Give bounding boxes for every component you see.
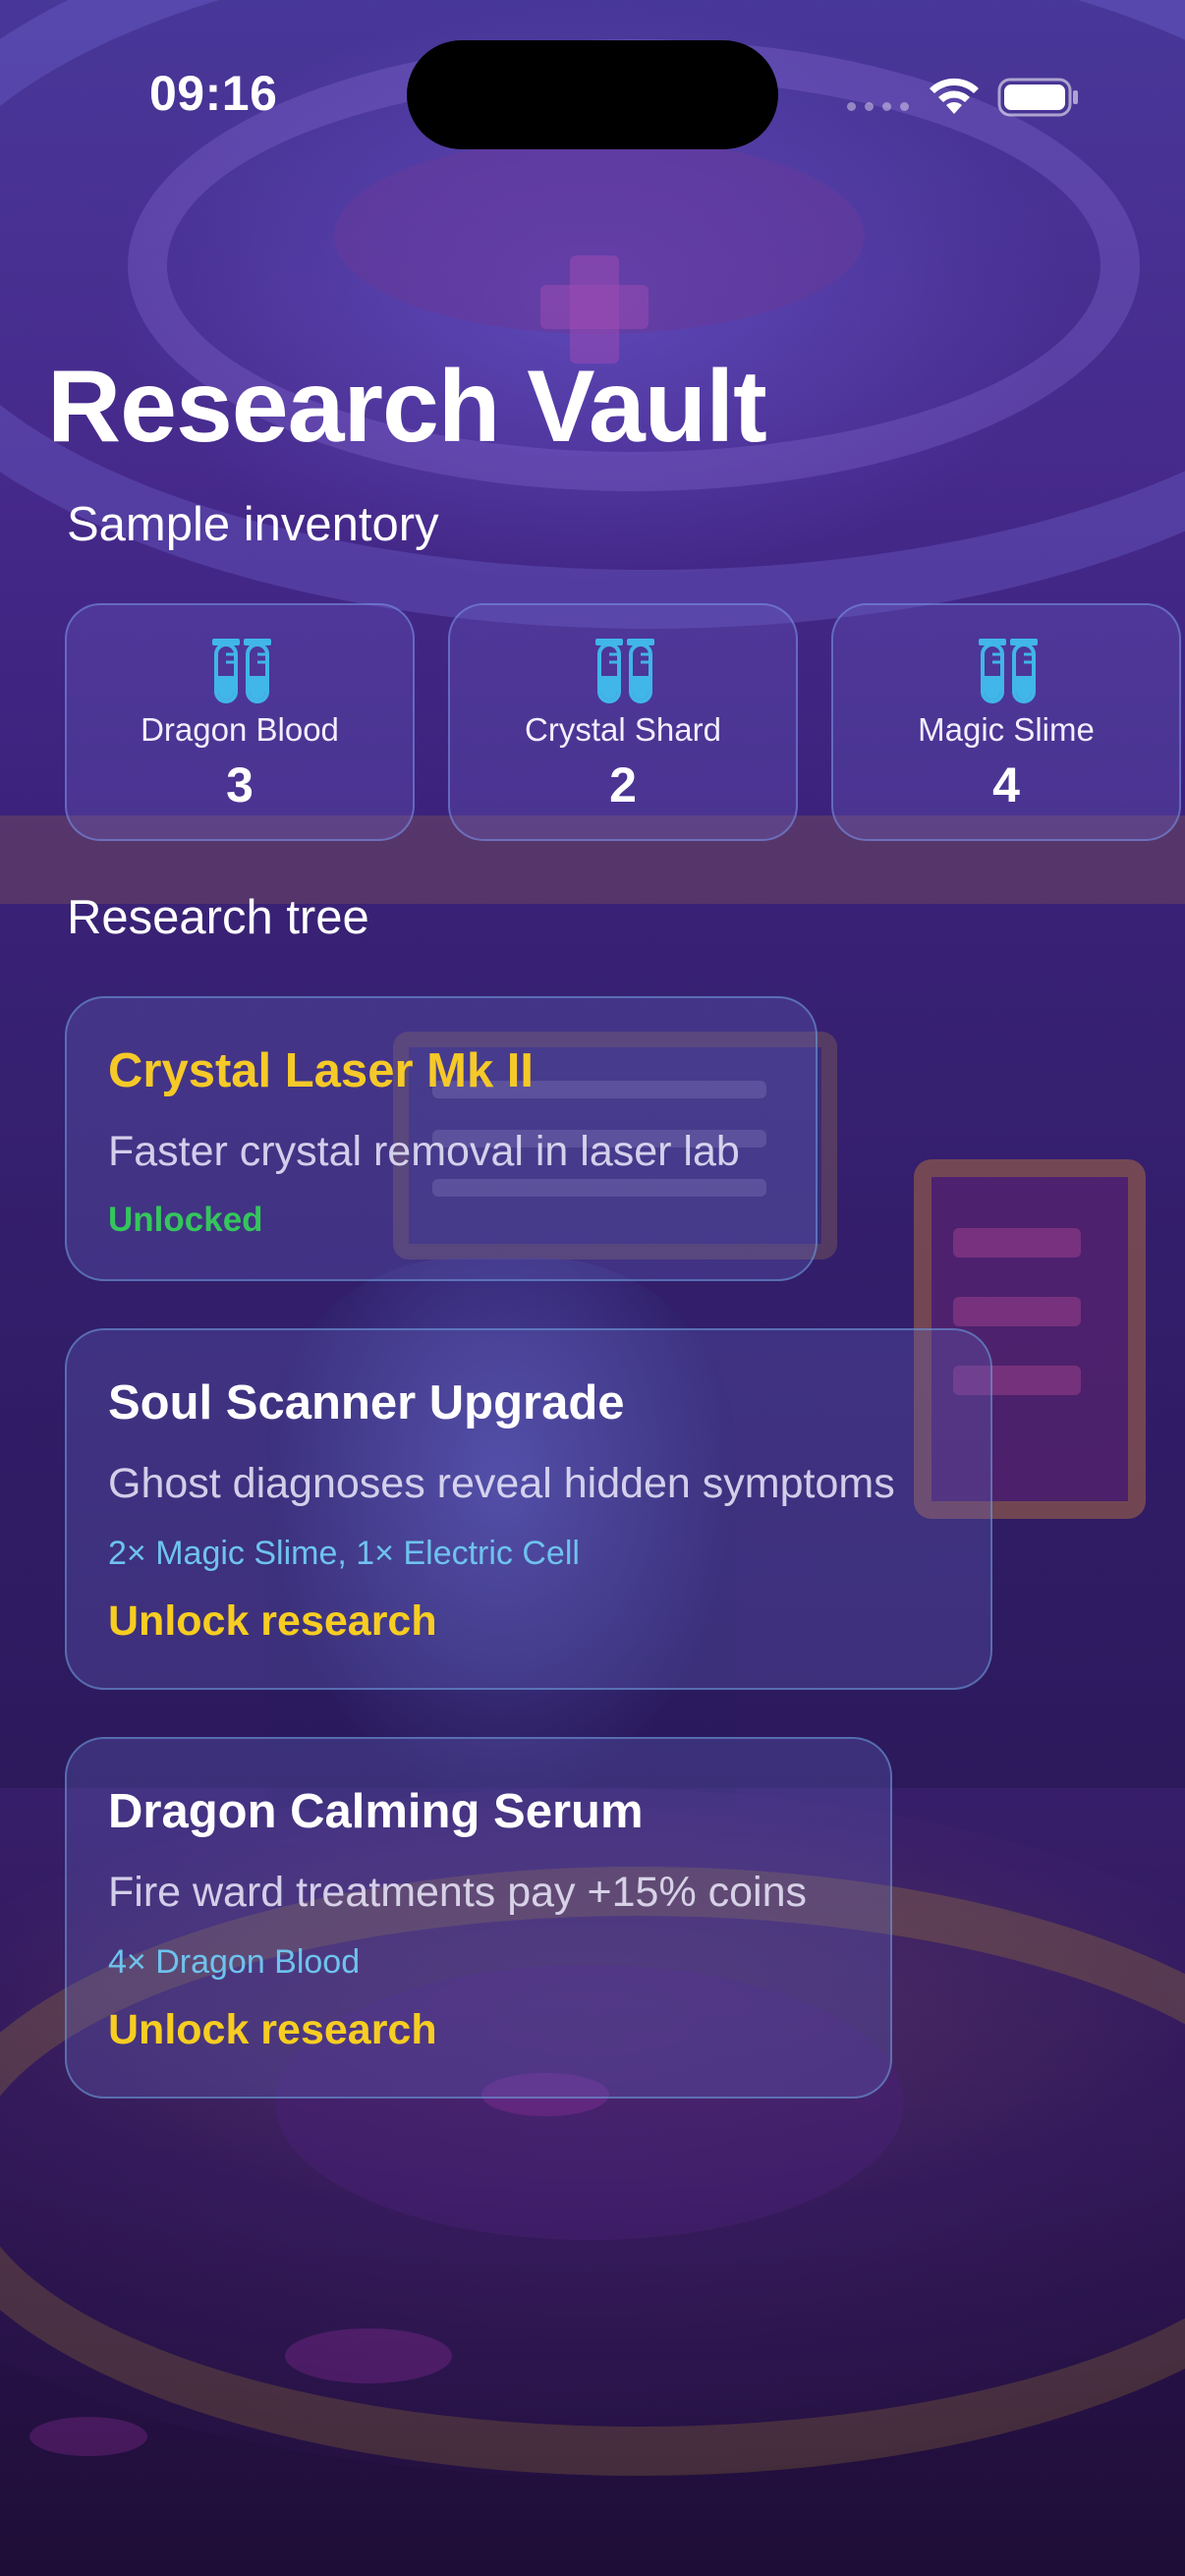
unlock-research-button[interactable]: Unlock research (108, 1597, 437, 1646)
inventory-count: 2 (609, 757, 637, 812)
inventory-name: Dragon Blood (141, 711, 339, 748)
section-label-inventory: Sample inventory (67, 498, 439, 551)
research-card-dragon-serum[interactable]: Dragon Calming Serum Fire ward treatment… (65, 1737, 892, 2099)
inventory-card-magic-slime[interactable]: Magic Slime 4 (831, 603, 1181, 841)
research-description: Ghost diagnoses reveal hidden symptoms (108, 1460, 895, 1507)
test-tubes-icon (212, 639, 271, 703)
research-title: Soul Scanner Upgrade (108, 1376, 625, 1429)
test-tubes-icon (595, 639, 654, 703)
research-title: Crystal Laser Mk II (108, 1044, 535, 1097)
page-title: Research Vault (47, 350, 767, 464)
status-time: 09:16 (149, 66, 278, 121)
inventory-name: Crystal Shard (525, 711, 721, 748)
battery-icon (997, 78, 1078, 117)
research-description: Fire ward treatments pay +15% coins (108, 1869, 808, 1916)
dynamic-island (407, 40, 778, 149)
inventory-card-dragon-blood[interactable]: Dragon Blood 3 (65, 603, 415, 841)
research-description: Faster crystal removal in laser lab (108, 1128, 740, 1175)
research-title: Dragon Calming Serum (108, 1785, 644, 1838)
section-label-research-tree: Research tree (67, 891, 369, 944)
research-cost: 2× Magic Slime, 1× Electric Cell (108, 1535, 580, 1572)
inventory-card-crystal-shard[interactable]: Crystal Shard 2 (448, 603, 798, 841)
unlock-research-button[interactable]: Unlock research (108, 2006, 437, 2054)
research-card-soul-scanner[interactable]: Soul Scanner Upgrade Ghost diagnoses rev… (65, 1328, 992, 1690)
inventory-count: 3 (226, 757, 254, 812)
test-tubes-icon (979, 639, 1038, 703)
cellular-signal-icon (847, 102, 910, 112)
inventory-name: Magic Slime (918, 711, 1095, 748)
inventory-count: 4 (992, 757, 1020, 812)
unlocked-status-badge: Unlocked (108, 1201, 263, 1239)
wifi-icon (930, 78, 979, 114)
research-cost: 4× Dragon Blood (108, 1943, 361, 1981)
research-card-crystal-laser[interactable]: Crystal Laser Mk II Faster crystal remov… (65, 996, 818, 1281)
status-bar: 09:16 (0, 0, 1185, 149)
